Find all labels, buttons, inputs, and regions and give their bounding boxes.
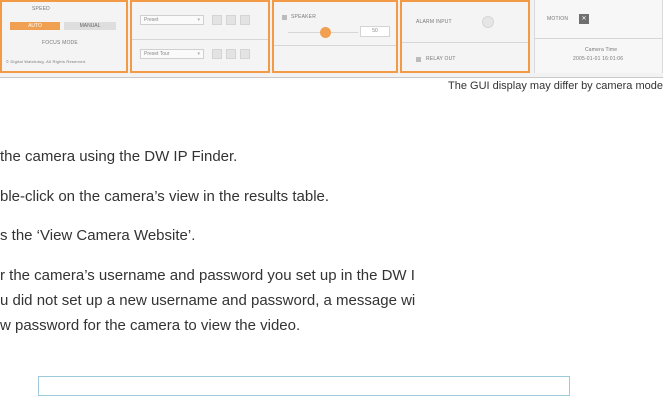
auto-button[interactable]: AUTO xyxy=(10,22,60,30)
speaker-divider xyxy=(274,45,396,46)
preset-tour-select[interactable]: Preset Tour ▾ xyxy=(140,49,204,59)
preset-action-2-button[interactable] xyxy=(226,15,236,25)
relay-out-checkbox[interactable] xyxy=(416,57,421,62)
instruction-step: ble-click on the camera’s view in the re… xyxy=(0,188,330,205)
motion-label: MOTION xyxy=(547,16,569,22)
speaker-label: SPEAKER xyxy=(291,14,317,20)
motion-divider xyxy=(535,38,663,39)
copyright-text: © Digital Watchdog. All Rights Reserved. xyxy=(6,59,87,64)
tour-action-2-button[interactable] xyxy=(226,49,236,59)
speaker-volume-field[interactable]: 50 xyxy=(360,26,390,37)
instruction-step: s the ‘View Camera Website’. xyxy=(0,227,196,244)
alarm-input-label: ALARM INPUT xyxy=(416,19,452,25)
preset-divider xyxy=(132,39,268,40)
instruction-step: r the camera’s username and password you… xyxy=(0,267,415,284)
camera-gui-screenshot: SPEED AUTO MANUAL FOCUS MODE © Digital W… xyxy=(0,0,663,78)
instruction-step: w password for the camera to view the vi… xyxy=(0,317,301,334)
motion-indicator-icon: ✕ xyxy=(579,14,589,24)
preset-select-value: Preset xyxy=(144,17,159,23)
screenshot-frame xyxy=(38,376,570,396)
manual-button[interactable]: MANUAL xyxy=(64,22,116,30)
speed-label: SPEED xyxy=(32,6,50,12)
alarm-divider xyxy=(402,42,528,43)
speaker-checkbox[interactable] xyxy=(282,15,287,20)
tour-action-1-button[interactable] xyxy=(212,49,222,59)
motion-panel: MOTION ✕ Camera Time 2005-01-01 16:01:06 xyxy=(534,0,663,73)
camera-time-label: Camera Time xyxy=(585,47,618,53)
relay-out-label: RELAY OUT xyxy=(426,56,456,62)
focus-panel: SPEED AUTO MANUAL FOCUS MODE © Digital W… xyxy=(0,0,128,73)
preset-action-1-button[interactable] xyxy=(212,15,222,25)
preset-action-3-button[interactable] xyxy=(240,15,250,25)
chevron-down-icon: ▾ xyxy=(197,17,200,23)
alarm-panel: ALARM INPUT RELAY OUT xyxy=(400,0,530,73)
gui-caption: The GUI display may differ by camera mod… xyxy=(448,80,663,92)
speaker-slider-handle[interactable] xyxy=(320,27,331,38)
tour-action-3-button[interactable] xyxy=(240,49,250,59)
instruction-step: the camera using the DW IP Finder. xyxy=(0,148,238,165)
preset-select[interactable]: Preset ▾ xyxy=(140,15,204,25)
instruction-step: u did not set up a new username and pass… xyxy=(0,292,416,309)
camera-time-value: 2005-01-01 16:01:06 xyxy=(573,56,624,62)
focus-mode-label: FOCUS MODE xyxy=(42,40,78,46)
preset-tour-select-value: Preset Tour xyxy=(144,51,170,57)
preset-panel: Preset ▾ Preset Tour ▾ xyxy=(130,0,270,73)
speaker-panel: SPEAKER 50 xyxy=(272,0,398,73)
alarm-input-indicator xyxy=(482,16,494,28)
chevron-down-icon: ▾ xyxy=(197,51,200,57)
